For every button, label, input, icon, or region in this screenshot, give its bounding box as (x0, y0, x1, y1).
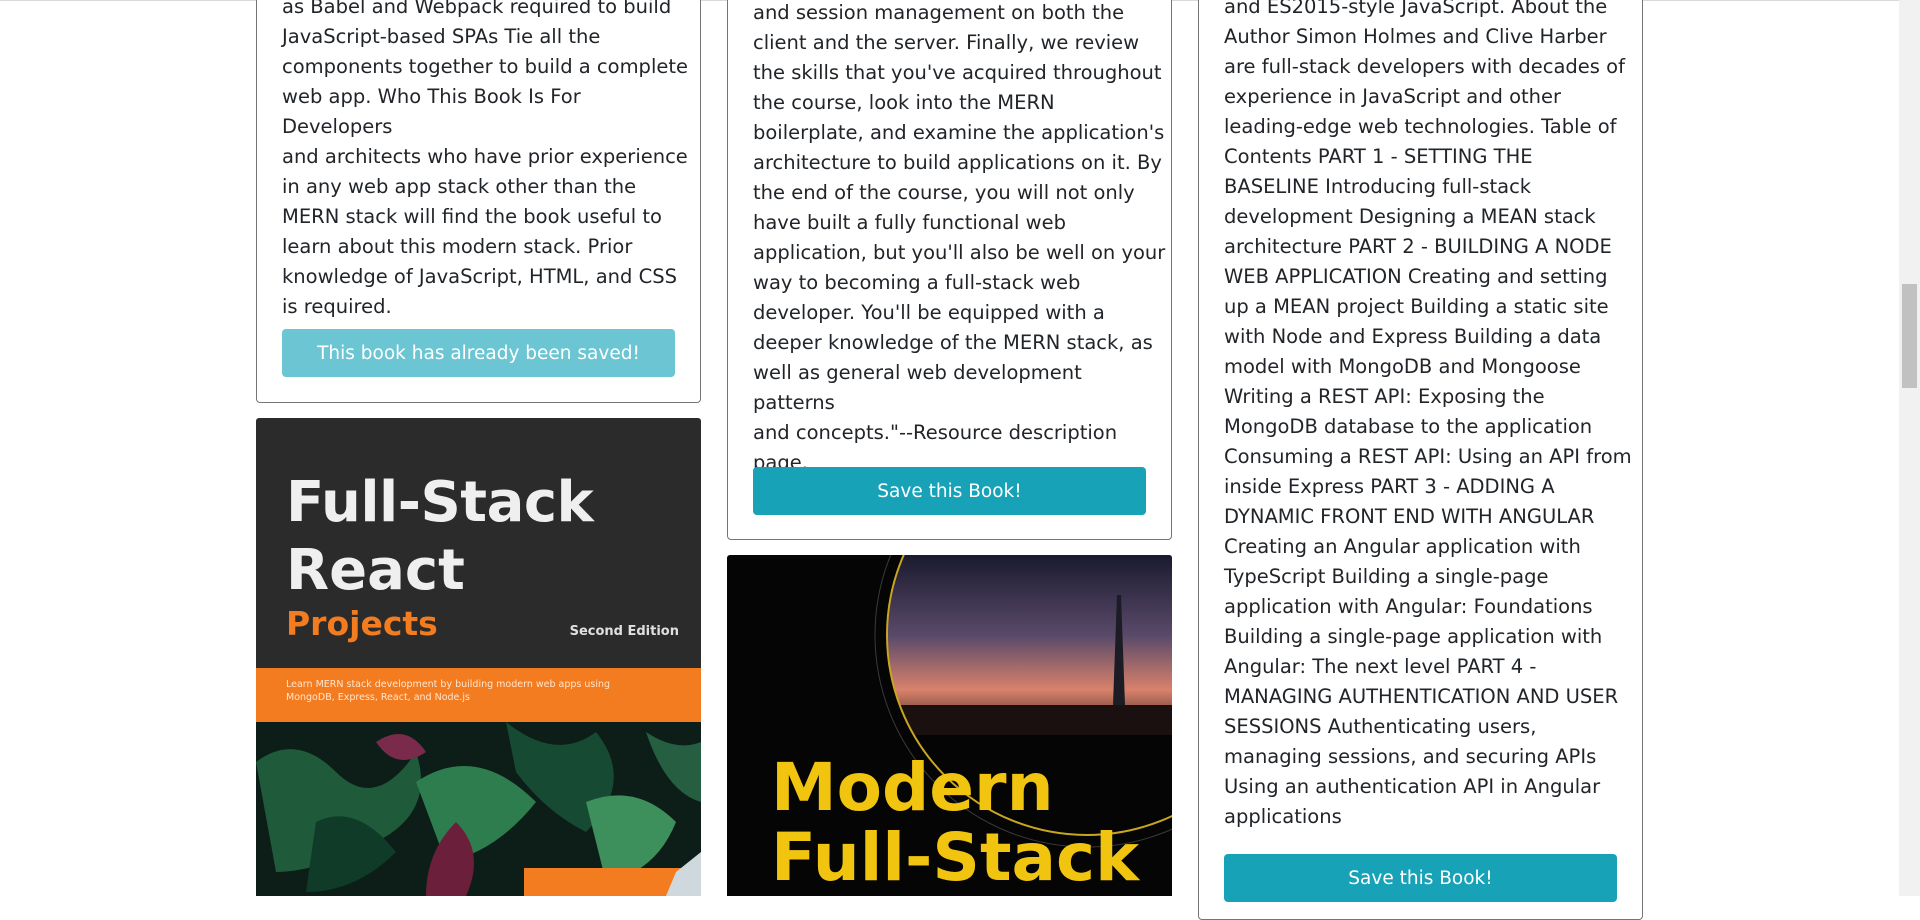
cover-title-line-2: Full-Stack (771, 819, 1140, 896)
cover-subtitle: Learn MERN stack development by building… (286, 679, 611, 703)
save-book-button[interactable]: Save this Book! (1224, 854, 1617, 902)
cover-title-line-1: Full-Stack (286, 470, 594, 535)
save-book-button[interactable]: Save this Book! (753, 467, 1146, 515)
jungle-artwork (256, 722, 701, 896)
book-description: and ES2015-style JavaScript. About the A… (1224, 0, 1632, 828)
book-cover-image: Full-Stack React Projects Second Edition… (256, 418, 701, 896)
book-card-2: and session management on both the clien… (727, 0, 1172, 540)
book-card-3: and ES2015-style JavaScript. About the A… (1198, 0, 1643, 920)
already-saved-button[interactable]: This book has already been saved! (282, 329, 675, 377)
book-description: as Babel and Webpack required to build J… (282, 0, 688, 318)
scrollbar-thumb[interactable] (1902, 284, 1917, 388)
cover-title-line-3: Projects (286, 604, 438, 643)
cover-title-line-1: Modern (771, 749, 1054, 826)
book-cover-image-2: Modern Full-Stack (727, 555, 1172, 896)
scrollbar-track[interactable] (1899, 0, 1920, 896)
cover-title-line-2: React (286, 538, 465, 603)
book-description: and session management on both the clien… (753, 1, 1166, 474)
cover-edition: Second Edition (569, 624, 679, 639)
book-card-1: as Babel and Webpack required to build J… (256, 0, 701, 403)
